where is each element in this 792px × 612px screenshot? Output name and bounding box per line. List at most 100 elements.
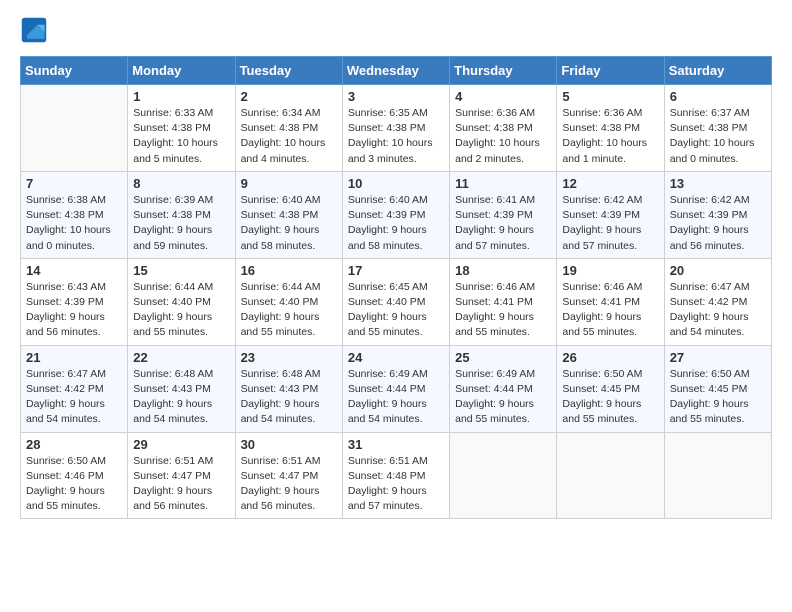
week-row-1: 1 Sunrise: 6:33 AM Sunset: 4:38 PM Daylig… bbox=[21, 85, 772, 172]
day-number: 13 bbox=[670, 176, 766, 191]
day-cell: 24 Sunrise: 6:49 AM Sunset: 4:44 PM Dayli… bbox=[342, 345, 449, 432]
day-info: Sunrise: 6:50 AM Sunset: 4:46 PM Dayligh… bbox=[26, 454, 122, 515]
day-cell: 11Sunrise: 6:41 AM Sunset: 4:39 PM Dayli… bbox=[450, 171, 557, 258]
day-number: 7 bbox=[26, 176, 122, 191]
day-number: 16 bbox=[241, 263, 337, 278]
day-cell: 27Sunrise: 6:50 AM Sunset: 4:45 PM Dayli… bbox=[664, 345, 771, 432]
day-info: Sunrise: 6:44 AM Sunset: 4:40 PM Dayligh… bbox=[241, 280, 337, 341]
day-cell: 4Sunrise: 6:36 AM Sunset: 4:38 PM Daylig… bbox=[450, 85, 557, 172]
day-info: Sunrise: 6:34 AM Sunset: 4:38 PM Dayligh… bbox=[241, 106, 337, 167]
calendar-header: SundayMondayTuesdayWednesdayThursdayFrid… bbox=[21, 57, 772, 85]
day-number: 10 bbox=[348, 176, 444, 191]
day-number: 1 bbox=[133, 89, 229, 104]
day-cell: 5Sunrise: 6:36 AM Sunset: 4:38 PM Daylig… bbox=[557, 85, 664, 172]
day-cell: 26 Sunrise: 6:50 AM Sunset: 4:45 PM Dayli… bbox=[557, 345, 664, 432]
day-info: Sunrise: 6:46 AM Sunset: 4:41 PM Dayligh… bbox=[562, 280, 658, 341]
day-number: 15 bbox=[133, 263, 229, 278]
day-cell: 21 Sunrise: 6:47 AM Sunset: 4:42 PM Dayli… bbox=[21, 345, 128, 432]
day-cell: 2Sunrise: 6:34 AM Sunset: 4:38 PM Daylig… bbox=[235, 85, 342, 172]
day-info: Sunrise: 6:44 AM Sunset: 4:40 PM Dayligh… bbox=[133, 280, 229, 341]
logo bbox=[20, 16, 52, 44]
day-cell bbox=[21, 85, 128, 172]
day-cell: 12 Sunrise: 6:42 AM Sunset: 4:39 PM Dayli… bbox=[557, 171, 664, 258]
day-cell: 20 Sunrise: 6:47 AM Sunset: 4:42 PM Dayli… bbox=[664, 258, 771, 345]
weekday-header-friday: Friday bbox=[557, 57, 664, 85]
day-info: Sunrise: 6:51 AM Sunset: 4:48 PM Dayligh… bbox=[348, 454, 444, 515]
day-number: 28 bbox=[26, 437, 122, 452]
day-cell: 1 Sunrise: 6:33 AM Sunset: 4:38 PM Daylig… bbox=[128, 85, 235, 172]
week-row-2: 7 Sunrise: 6:38 AM Sunset: 4:38 PM Daylig… bbox=[21, 171, 772, 258]
day-cell: 25 Sunrise: 6:49 AM Sunset: 4:44 PM Dayli… bbox=[450, 345, 557, 432]
page-container: SundayMondayTuesdayWednesdayThursdayFrid… bbox=[0, 0, 792, 539]
day-info: Sunrise: 6:48 AM Sunset: 4:43 PM Dayligh… bbox=[241, 367, 337, 428]
day-info: Sunrise: 6:33 AM Sunset: 4:38 PM Dayligh… bbox=[133, 106, 229, 167]
day-cell: 18Sunrise: 6:46 AM Sunset: 4:41 PM Dayli… bbox=[450, 258, 557, 345]
day-cell: 23 Sunrise: 6:48 AM Sunset: 4:43 PM Dayli… bbox=[235, 345, 342, 432]
day-info: Sunrise: 6:35 AM Sunset: 4:38 PM Dayligh… bbox=[348, 106, 444, 167]
day-number: 30 bbox=[241, 437, 337, 452]
day-info: Sunrise: 6:48 AM Sunset: 4:43 PM Dayligh… bbox=[133, 367, 229, 428]
day-number: 19 bbox=[562, 263, 658, 278]
page-header bbox=[20, 16, 772, 44]
day-number: 24 bbox=[348, 350, 444, 365]
day-cell: 29Sunrise: 6:51 AM Sunset: 4:47 PM Dayli… bbox=[128, 432, 235, 519]
day-number: 17 bbox=[348, 263, 444, 278]
day-info: Sunrise: 6:40 AM Sunset: 4:39 PM Dayligh… bbox=[348, 193, 444, 254]
day-info: Sunrise: 6:47 AM Sunset: 4:42 PM Dayligh… bbox=[670, 280, 766, 341]
day-cell bbox=[664, 432, 771, 519]
day-info: Sunrise: 6:49 AM Sunset: 4:44 PM Dayligh… bbox=[455, 367, 551, 428]
weekday-header-sunday: Sunday bbox=[21, 57, 128, 85]
day-info: Sunrise: 6:43 AM Sunset: 4:39 PM Dayligh… bbox=[26, 280, 122, 341]
day-cell: 9 Sunrise: 6:40 AM Sunset: 4:38 PM Daylig… bbox=[235, 171, 342, 258]
day-number: 31 bbox=[348, 437, 444, 452]
day-info: Sunrise: 6:40 AM Sunset: 4:38 PM Dayligh… bbox=[241, 193, 337, 254]
day-cell: 16 Sunrise: 6:44 AM Sunset: 4:40 PM Dayli… bbox=[235, 258, 342, 345]
day-number: 29 bbox=[133, 437, 229, 452]
day-info: Sunrise: 6:47 AM Sunset: 4:42 PM Dayligh… bbox=[26, 367, 122, 428]
day-cell: 6 Sunrise: 6:37 AM Sunset: 4:38 PM Daylig… bbox=[664, 85, 771, 172]
weekday-row: SundayMondayTuesdayWednesdayThursdayFrid… bbox=[21, 57, 772, 85]
day-number: 20 bbox=[670, 263, 766, 278]
day-number: 12 bbox=[562, 176, 658, 191]
day-info: Sunrise: 6:38 AM Sunset: 4:38 PM Dayligh… bbox=[26, 193, 122, 254]
day-cell: 30 Sunrise: 6:51 AM Sunset: 4:47 PM Dayli… bbox=[235, 432, 342, 519]
day-cell: 14 Sunrise: 6:43 AM Sunset: 4:39 PM Dayli… bbox=[21, 258, 128, 345]
day-info: Sunrise: 6:42 AM Sunset: 4:39 PM Dayligh… bbox=[562, 193, 658, 254]
day-info: Sunrise: 6:45 AM Sunset: 4:40 PM Dayligh… bbox=[348, 280, 444, 341]
weekday-header-wednesday: Wednesday bbox=[342, 57, 449, 85]
day-cell: 15 Sunrise: 6:44 AM Sunset: 4:40 PM Dayli… bbox=[128, 258, 235, 345]
day-number: 26 bbox=[562, 350, 658, 365]
day-number: 25 bbox=[455, 350, 551, 365]
day-number: 6 bbox=[670, 89, 766, 104]
weekday-header-thursday: Thursday bbox=[450, 57, 557, 85]
calendar-body: 1 Sunrise: 6:33 AM Sunset: 4:38 PM Daylig… bbox=[21, 85, 772, 519]
day-number: 9 bbox=[241, 176, 337, 191]
day-info: Sunrise: 6:50 AM Sunset: 4:45 PM Dayligh… bbox=[562, 367, 658, 428]
day-number: 5 bbox=[562, 89, 658, 104]
day-info: Sunrise: 6:42 AM Sunset: 4:39 PM Dayligh… bbox=[670, 193, 766, 254]
day-cell: 19 Sunrise: 6:46 AM Sunset: 4:41 PM Dayli… bbox=[557, 258, 664, 345]
day-info: Sunrise: 6:37 AM Sunset: 4:38 PM Dayligh… bbox=[670, 106, 766, 167]
day-number: 14 bbox=[26, 263, 122, 278]
weekday-header-tuesday: Tuesday bbox=[235, 57, 342, 85]
day-info: Sunrise: 6:49 AM Sunset: 4:44 PM Dayligh… bbox=[348, 367, 444, 428]
day-cell: 17 Sunrise: 6:45 AM Sunset: 4:40 PM Dayli… bbox=[342, 258, 449, 345]
day-number: 8 bbox=[133, 176, 229, 191]
day-info: Sunrise: 6:50 AM Sunset: 4:45 PM Dayligh… bbox=[670, 367, 766, 428]
day-info: Sunrise: 6:51 AM Sunset: 4:47 PM Dayligh… bbox=[241, 454, 337, 515]
day-cell: 28 Sunrise: 6:50 AM Sunset: 4:46 PM Dayli… bbox=[21, 432, 128, 519]
day-number: 23 bbox=[241, 350, 337, 365]
day-number: 3 bbox=[348, 89, 444, 104]
weekday-header-monday: Monday bbox=[128, 57, 235, 85]
day-number: 22 bbox=[133, 350, 229, 365]
day-cell: 7 Sunrise: 6:38 AM Sunset: 4:38 PM Daylig… bbox=[21, 171, 128, 258]
day-number: 21 bbox=[26, 350, 122, 365]
day-cell bbox=[557, 432, 664, 519]
week-row-4: 21 Sunrise: 6:47 AM Sunset: 4:42 PM Dayli… bbox=[21, 345, 772, 432]
day-info: Sunrise: 6:41 AM Sunset: 4:39 PM Dayligh… bbox=[455, 193, 551, 254]
day-cell: 22 Sunrise: 6:48 AM Sunset: 4:43 PM Dayli… bbox=[128, 345, 235, 432]
day-info: Sunrise: 6:36 AM Sunset: 4:38 PM Dayligh… bbox=[455, 106, 551, 167]
day-info: Sunrise: 6:46 AM Sunset: 4:41 PM Dayligh… bbox=[455, 280, 551, 341]
week-row-3: 14 Sunrise: 6:43 AM Sunset: 4:39 PM Dayli… bbox=[21, 258, 772, 345]
day-cell: 13 Sunrise: 6:42 AM Sunset: 4:39 PM Dayli… bbox=[664, 171, 771, 258]
